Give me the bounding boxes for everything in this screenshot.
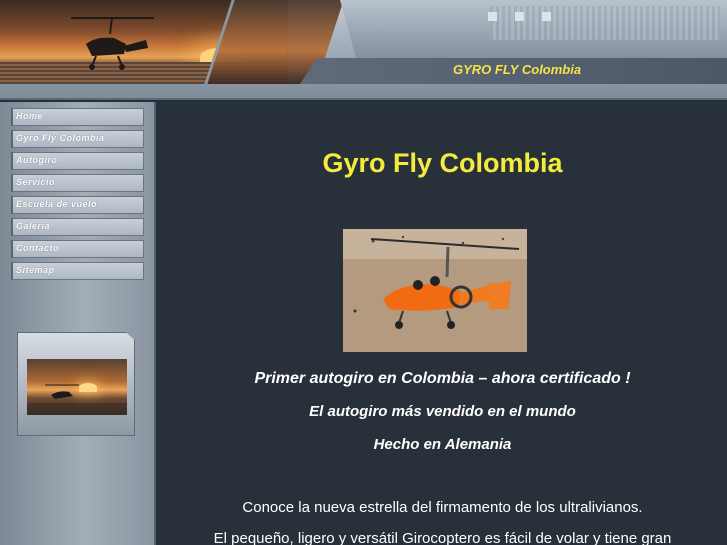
intro-paragraph-2: El pequeño, ligero y versátil Girocopter… bbox=[213, 530, 672, 545]
nav-item-home[interactable]: Home bbox=[11, 108, 144, 126]
main-content: Gyro Fly Colombia Primer autogiro en Col… bbox=[158, 102, 727, 545]
nav-item-galeria[interactable]: Galeria bbox=[11, 218, 144, 236]
sidebar-photo-frame bbox=[17, 332, 135, 436]
headline: Primer autogiro en Colombia – ahora cert… bbox=[254, 370, 631, 387]
subheading-best-selling: El autogiro más vendido en el mundo bbox=[309, 403, 576, 420]
intro-paragraph-1: Conoce la nueva estrella del firmamento … bbox=[242, 499, 643, 516]
header-squares bbox=[488, 8, 569, 26]
nav-item-autogiro[interactable]: Autogiro bbox=[11, 152, 144, 170]
nav-item-contacto[interactable]: Contacto bbox=[11, 240, 144, 258]
nav-item-servicio[interactable]: Servicio bbox=[11, 174, 144, 192]
autogiro-photo bbox=[343, 229, 527, 352]
page: GYRO FLY Colombia Home Gyro Fly Colombia… bbox=[0, 0, 727, 545]
nav-item-gyro-fly-colombia[interactable]: Gyro Fly Colombia bbox=[11, 130, 144, 148]
page-title: Gyro Fly Colombia bbox=[322, 148, 563, 178]
nav-item-escuela-de-vuelo[interactable]: Escuela de vuelo bbox=[11, 196, 144, 214]
site-header: GYRO FLY Colombia bbox=[0, 0, 727, 100]
site-title: GYRO FLY Colombia bbox=[453, 62, 582, 77]
orange-autogiro-icon bbox=[343, 229, 527, 352]
gyrocopter-silhouette-icon bbox=[71, 17, 154, 70]
main-navigation: Home Gyro Fly Colombia Autogiro Servicio… bbox=[11, 108, 144, 284]
subheading-made-in-germany: Hecho en Alemania bbox=[373, 436, 512, 453]
sidebar-sunset-photo bbox=[27, 359, 127, 415]
gyrocopter-silhouette-icon bbox=[27, 384, 127, 415]
sidebar: Home Gyro Fly Colombia Autogiro Servicio… bbox=[0, 102, 156, 545]
nav-item-sitemap[interactable]: Sitemap bbox=[11, 262, 144, 280]
